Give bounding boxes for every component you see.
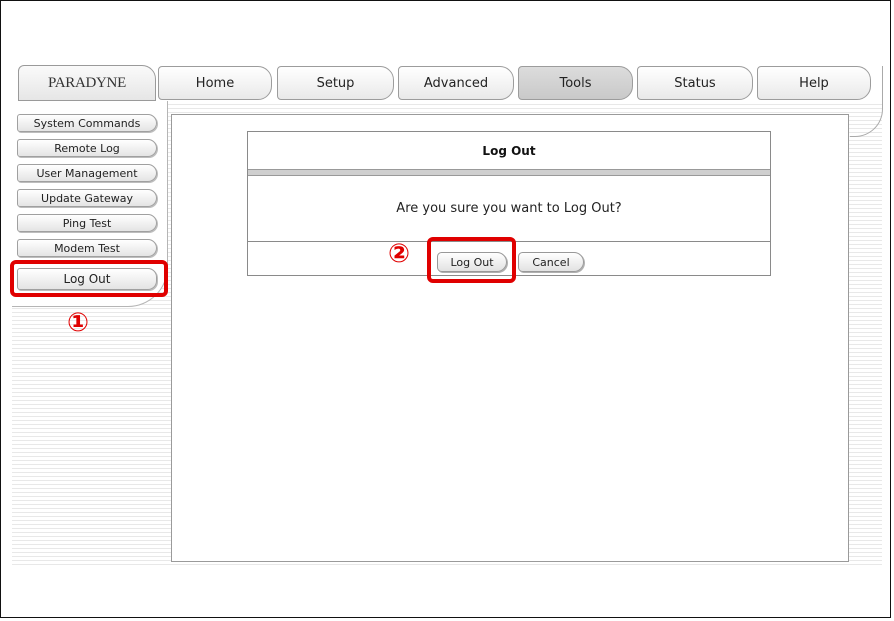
tab-status[interactable]: Status: [637, 66, 753, 100]
logout-confirm-button[interactable]: Log Out: [437, 252, 507, 272]
dialog-divider: [248, 169, 770, 176]
cancel-button[interactable]: Cancel: [518, 252, 584, 272]
step-marker-2: ②: [388, 239, 411, 269]
sidebar-item-log-out[interactable]: Log Out: [17, 268, 157, 290]
paradyne-logo: PARADYNE: [18, 65, 156, 101]
tab-tools[interactable]: Tools: [518, 66, 633, 100]
sidebar-item-system-commands[interactable]: System Commands: [17, 114, 157, 132]
sidebar-item-user-management[interactable]: User Management: [17, 164, 157, 182]
tab-advanced[interactable]: Advanced: [398, 66, 514, 100]
sidebar-item-update-gateway[interactable]: Update Gateway: [17, 189, 157, 207]
tab-home[interactable]: Home: [158, 66, 272, 100]
dialog-title: Log Out: [482, 143, 536, 158]
tab-setup[interactable]: Setup: [277, 66, 394, 100]
sidebar-item-modem-test[interactable]: Modem Test: [17, 239, 157, 257]
dialog-message: Are you sure you want to Log Out?: [248, 176, 770, 242]
tab-help[interactable]: Help: [757, 66, 871, 100]
logout-dialog: Log Out Are you sure you want to Log Out…: [247, 131, 771, 276]
step-marker-1: ①: [67, 308, 90, 338]
sidebar-item-remote-log[interactable]: Remote Log: [17, 139, 157, 157]
sidebar-item-ping-test[interactable]: Ping Test: [17, 214, 157, 232]
